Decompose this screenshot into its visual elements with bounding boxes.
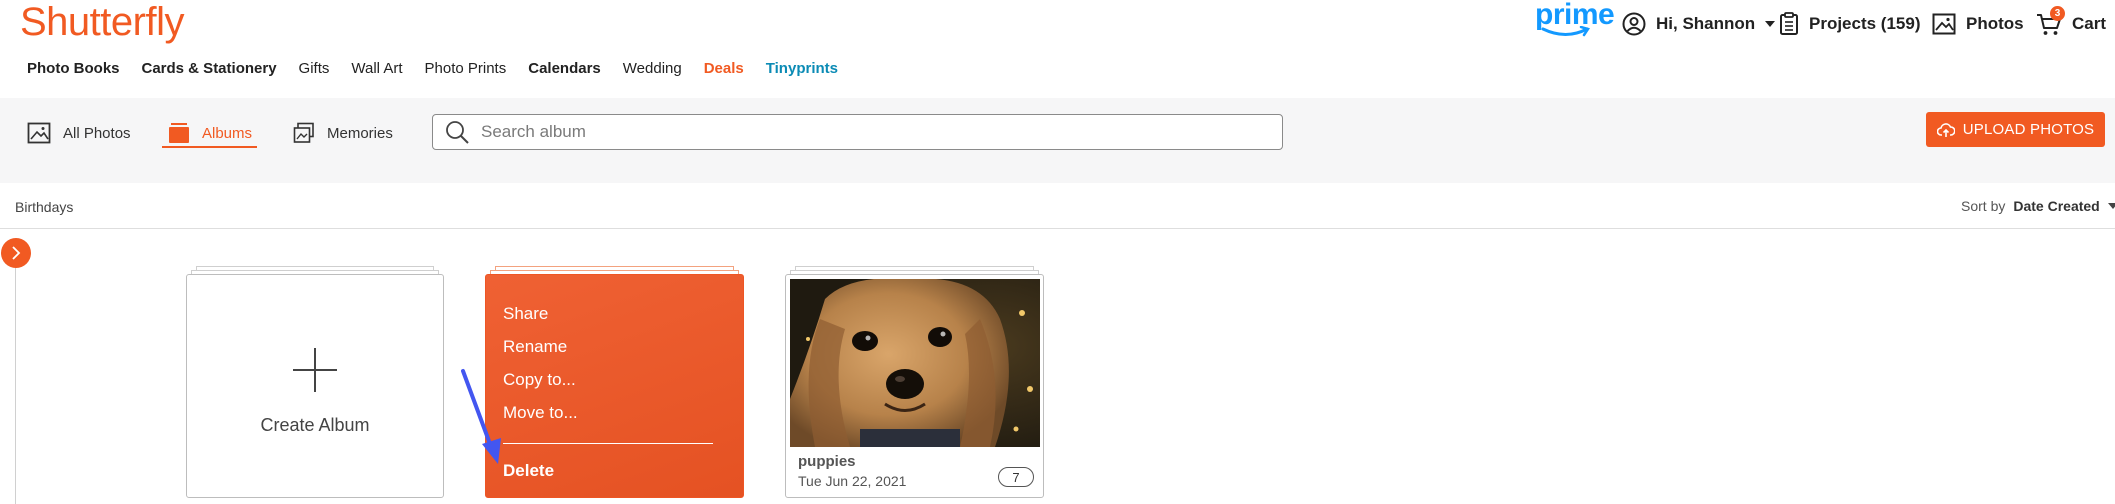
album-stack-icon — [169, 123, 189, 143]
tab-memories-label: Memories — [327, 124, 393, 142]
album-search[interactable] — [432, 114, 1283, 150]
projects-link[interactable]: Projects (159) — [1779, 10, 1921, 38]
tab-albums-label: Albums — [202, 124, 253, 142]
nav-cards-stationery[interactable]: Cards & Stationery — [142, 60, 277, 77]
cart-count-badge: 3 — [2050, 6, 2065, 21]
album-name: puppies — [798, 453, 856, 470]
shutterfly-logo[interactable]: Shutterfly — [20, 0, 184, 45]
nav-wedding[interactable]: Wedding — [623, 60, 682, 77]
section-divider — [0, 228, 2115, 229]
create-album-card[interactable]: Create Album — [186, 274, 444, 498]
nav-tinyprints[interactable]: Tinyprints — [766, 60, 838, 77]
cloud-upload-icon — [1936, 122, 1955, 137]
tab-all-photos[interactable]: All Photos — [27, 118, 131, 148]
prime-logo[interactable]: prime — [1535, 0, 1615, 42]
nav-gifts[interactable]: Gifts — [299, 60, 330, 77]
photos-link[interactable]: Photos — [1932, 10, 2024, 38]
sort-value: Date Created — [2013, 198, 2100, 214]
timeline-line — [15, 245, 16, 504]
main-nav: Photo Books Cards & Stationery Gifts Wal… — [27, 60, 860, 77]
chevron-right-icon — [12, 246, 21, 260]
album-card-menu-open[interactable]: Share Rename Copy to... Move to... Delet… — [485, 274, 744, 498]
dog-photo-illustration — [790, 279, 1040, 447]
sort-dropdown[interactable]: Sort by Date Created — [1961, 198, 2115, 214]
tab-memories[interactable]: Memories — [293, 118, 393, 148]
projects-label: Projects (159) — [1809, 14, 1921, 33]
account-label: Hi, Shannon — [1656, 14, 1756, 33]
account-menu[interactable]: Hi, Shannon — [1622, 10, 1776, 38]
chevron-down-icon — [2107, 203, 2115, 209]
album-context-menu: Share Rename Copy to... Move to... Delet… — [503, 297, 713, 487]
annotation-arrow — [461, 369, 501, 464]
menu-item-rename[interactable]: Rename — [503, 330, 713, 363]
user-icon — [1622, 12, 1646, 36]
album-card[interactable]: puppies Tue Jun 22, 2021 7 — [785, 274, 1044, 498]
photo-icon — [27, 122, 51, 144]
menu-item-share[interactable]: Share — [503, 297, 713, 330]
album-cover-photo[interactable] — [790, 279, 1040, 447]
memories-icon — [293, 122, 314, 143]
tab-all-photos-label: All Photos — [63, 124, 131, 142]
menu-item-move-to[interactable]: Move to... — [503, 396, 713, 429]
nav-calendars[interactable]: Calendars — [528, 60, 601, 77]
nav-deals[interactable]: Deals — [704, 60, 744, 77]
upload-photos-label: UPLOAD PHOTOS — [1962, 121, 2095, 138]
plus-icon — [293, 347, 337, 392]
cart-link[interactable]: 3 Cart — [2036, 6, 2107, 38]
sort-prefix: Sort by — [1961, 198, 2006, 214]
nav-photo-prints[interactable]: Photo Prints — [425, 60, 507, 77]
menu-divider — [503, 443, 713, 444]
clipboard-icon — [1780, 12, 1798, 35]
nav-wall-art[interactable]: Wall Art — [351, 60, 402, 77]
timeline-section-label: Birthdays — [15, 199, 74, 215]
active-tab-indicator — [162, 146, 257, 148]
prime-smile-icon — [1541, 26, 1590, 37]
nav-photo-books[interactable]: Photo Books — [27, 60, 120, 77]
photos-label: Photos — [1966, 14, 2024, 33]
album-date: Tue Jun 22, 2021 — [798, 473, 907, 489]
search-icon — [446, 121, 469, 144]
tab-albums[interactable]: Albums — [168, 118, 252, 148]
create-album-label: Create Album — [260, 414, 370, 435]
timeline-expand-button[interactable] — [1, 238, 31, 268]
photo-count-badge: 7 — [998, 467, 1034, 487]
upload-photos-button[interactable]: UPLOAD PHOTOS — [1926, 112, 2105, 147]
chevron-down-icon — [1765, 21, 1776, 27]
menu-item-delete[interactable]: Delete — [503, 454, 713, 487]
search-input[interactable] — [481, 122, 1261, 142]
cart-label: Cart — [2072, 14, 2107, 33]
menu-item-copy-to[interactable]: Copy to... — [503, 363, 713, 396]
photo-icon — [1932, 13, 1956, 35]
